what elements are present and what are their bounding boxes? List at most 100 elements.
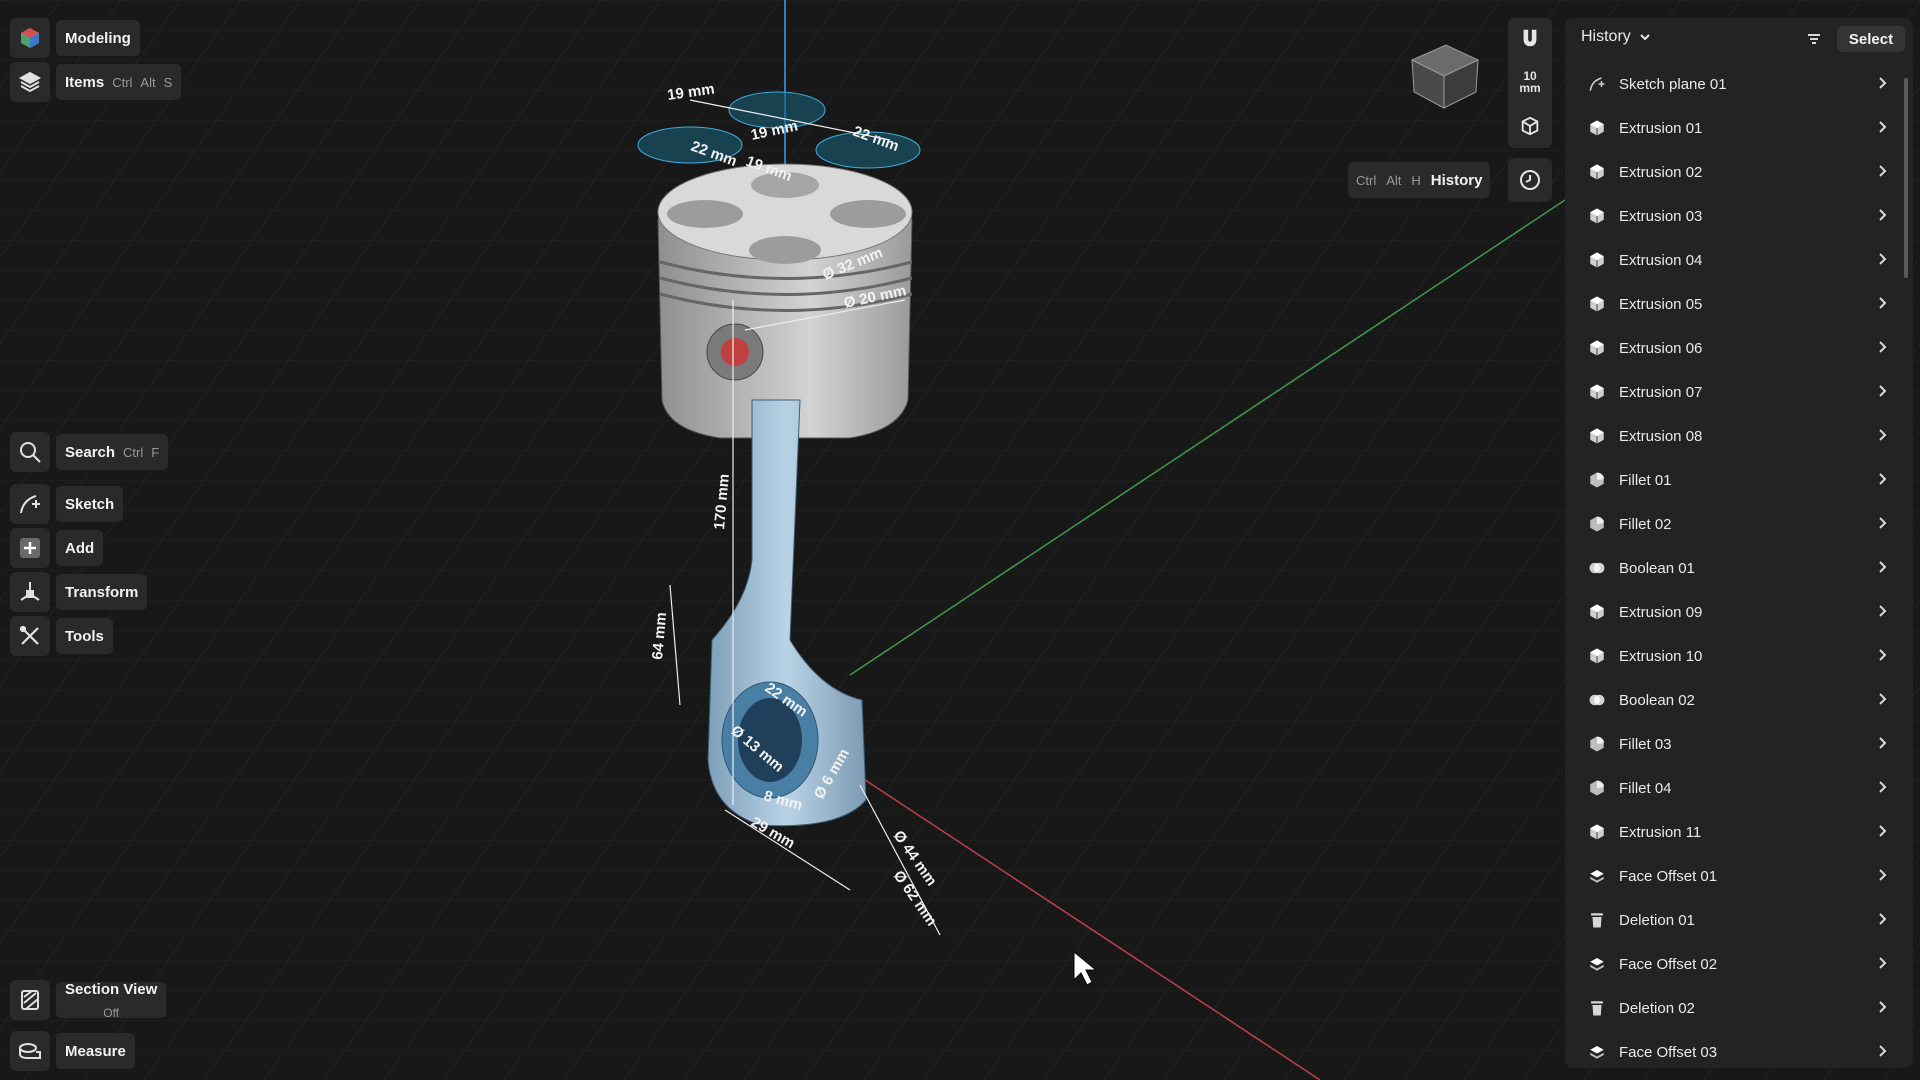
chevron-right-icon[interactable] (1873, 558, 1891, 576)
history-item[interactable]: Deletion 01 (1565, 898, 1913, 942)
history-item[interactable]: Extrusion 04 (1565, 238, 1913, 282)
chevron-right-icon[interactable] (1873, 778, 1891, 796)
history-item[interactable]: Face Offset 01 (1565, 854, 1913, 898)
history-item-label: Extrusion 06 (1619, 339, 1703, 357)
measure-icon (10, 1031, 50, 1071)
chevron-right-icon[interactable] (1873, 1042, 1891, 1060)
chevron-right-icon[interactable] (1873, 910, 1891, 928)
history-item[interactable]: Extrusion 11 (1565, 810, 1913, 854)
chevron-right-icon[interactable] (1873, 954, 1891, 972)
add-button[interactable]: Add (10, 528, 104, 568)
history-item[interactable]: Sketch plane 01 (1565, 62, 1913, 106)
history-item[interactable]: Extrusion 09 (1565, 590, 1913, 634)
history-item-label: Extrusion 07 (1619, 383, 1703, 401)
history-item[interactable]: Fillet 04 (1565, 766, 1913, 810)
history-item-label: Fillet 02 (1619, 515, 1672, 533)
transform-button[interactable]: Transform (10, 572, 148, 612)
extrusion-icon (1587, 338, 1607, 358)
extrusion-icon (1587, 162, 1607, 182)
chevron-right-icon[interactable] (1873, 338, 1891, 356)
trash-icon (1587, 910, 1607, 930)
extrusion-icon (1587, 118, 1607, 138)
chevron-right-icon[interactable] (1873, 118, 1891, 136)
add-label: Add (65, 539, 95, 557)
chevron-right-icon[interactable] (1873, 822, 1891, 840)
history-item-label: Fillet 04 (1619, 779, 1672, 797)
chevron-right-icon[interactable] (1873, 162, 1891, 180)
history-item-label: Deletion 02 (1619, 999, 1695, 1017)
items-shortcut-alt: Alt (140, 74, 156, 90)
tools-icon (10, 616, 50, 656)
items-button[interactable]: Items Ctrl Alt S (10, 62, 182, 102)
history-item[interactable]: Face Offset 03 (1565, 1030, 1913, 1068)
history-item[interactable]: Fillet 01 (1565, 458, 1913, 502)
chevron-right-icon[interactable] (1873, 734, 1891, 752)
transform-label: Transform (65, 583, 139, 601)
chevron-right-icon[interactable] (1873, 690, 1891, 708)
modeling-icon (10, 18, 50, 58)
sketch-button[interactable]: Sketch (10, 484, 124, 524)
history-item-label: Extrusion 02 (1619, 163, 1703, 181)
measure-button[interactable]: Measure (10, 1031, 135, 1071)
extrusion-icon (1587, 294, 1607, 314)
boolean-icon (1587, 558, 1607, 578)
history-item[interactable]: Boolean 01 (1565, 546, 1913, 590)
boolean-icon (1587, 690, 1607, 710)
face-offset-icon (1587, 1042, 1607, 1062)
filter-icon (1808, 34, 1820, 44)
history-item[interactable]: Fillet 02 (1565, 502, 1913, 546)
history-item-label: Boolean 02 (1619, 691, 1695, 709)
history-item-label: Boolean 01 (1619, 559, 1695, 577)
history-item[interactable]: Extrusion 01 (1565, 106, 1913, 150)
history-item-label: Extrusion 10 (1619, 647, 1703, 665)
chevron-right-icon[interactable] (1873, 74, 1891, 92)
filter-button[interactable] (1800, 26, 1828, 52)
chevron-right-icon[interactable] (1873, 866, 1891, 884)
search-button[interactable]: Search Ctrl F (10, 432, 169, 472)
tools-button[interactable]: Tools (10, 616, 113, 656)
units-button[interactable]: 10 mm (1508, 62, 1552, 102)
history-item[interactable]: Face Offset 02 (1565, 942, 1913, 986)
history-title: History (1581, 28, 1631, 45)
history-item[interactable]: Extrusion 10 (1565, 634, 1913, 678)
history-item-label: Extrusion 03 (1619, 207, 1703, 225)
history-item[interactable]: Boolean 02 (1565, 678, 1913, 722)
section-view-button[interactable]: Section View Off (10, 980, 167, 1020)
history-item[interactable]: Extrusion 07 (1565, 370, 1913, 414)
history-hint-label: History (1430, 171, 1483, 189)
chevron-right-icon[interactable] (1873, 294, 1891, 312)
measure-label: Measure (65, 1042, 126, 1060)
workspace-switcher[interactable]: Modeling (10, 18, 140, 58)
history-item[interactable]: Extrusion 08 (1565, 414, 1913, 458)
history-shortcut-ctrl: Ctrl (1356, 172, 1377, 188)
history-item[interactable]: Extrusion 05 (1565, 282, 1913, 326)
chevron-right-icon[interactable] (1873, 646, 1891, 664)
extrusion-icon (1587, 206, 1607, 226)
history-item-label: Face Offset 02 (1619, 955, 1718, 973)
chevron-right-icon[interactable] (1873, 514, 1891, 532)
history-dropdown[interactable]: History (1581, 28, 1651, 46)
items-label: Items (65, 73, 105, 91)
history-toggle-button[interactable] (1508, 158, 1552, 202)
view-orientation-button[interactable] (1508, 106, 1552, 146)
chevron-right-icon[interactable] (1873, 382, 1891, 400)
chevron-right-icon[interactable] (1873, 602, 1891, 620)
history-item[interactable]: Extrusion 03 (1565, 194, 1913, 238)
modeling-label: Modeling (65, 29, 131, 47)
scrollbar[interactable] (1904, 78, 1908, 278)
extrusion-icon (1587, 250, 1607, 270)
history-panel: History Select Sketch plane 01 Extrusion … (1565, 18, 1913, 1068)
chevron-right-icon[interactable] (1873, 426, 1891, 444)
history-item[interactable]: Deletion 02 (1565, 986, 1913, 1030)
chevron-right-icon[interactable] (1873, 206, 1891, 224)
history-item[interactable]: Extrusion 02 (1565, 150, 1913, 194)
face-offset-icon (1587, 954, 1607, 974)
view-controls: 10 mm (1508, 18, 1552, 148)
chevron-right-icon[interactable] (1873, 250, 1891, 268)
select-button[interactable]: Select (1837, 26, 1905, 52)
history-item[interactable]: Fillet 03 (1565, 722, 1913, 766)
chevron-right-icon[interactable] (1873, 998, 1891, 1016)
chevron-right-icon[interactable] (1873, 470, 1891, 488)
snap-magnet-button[interactable] (1508, 18, 1552, 58)
history-item[interactable]: Extrusion 06 (1565, 326, 1913, 370)
